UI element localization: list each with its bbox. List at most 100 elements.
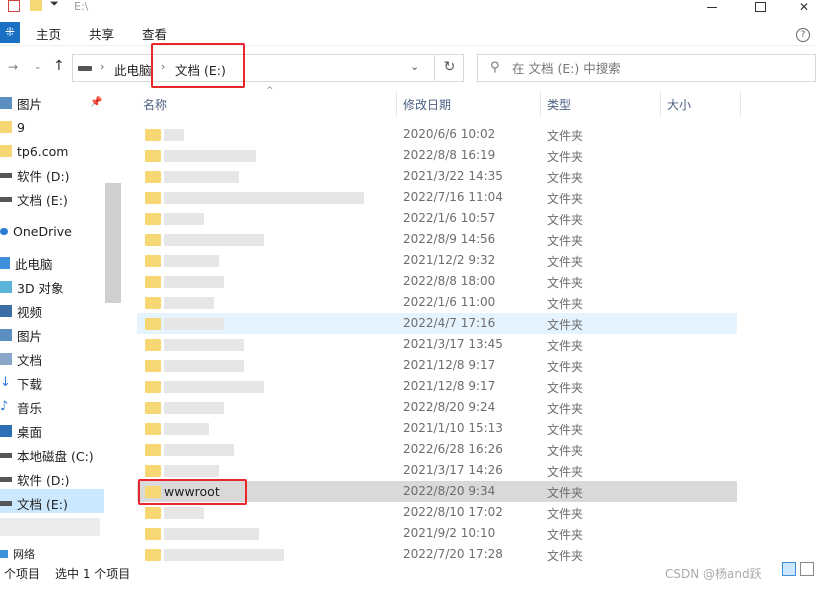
tab-view[interactable]: 查看 <box>142 24 167 43</box>
column-divider[interactable] <box>540 92 541 116</box>
file-modified-date: 2021/3/22 14:35 <box>403 169 503 183</box>
cloud-icon <box>0 227 8 235</box>
table-row[interactable]: 2021/3/17 13:45 文件夹 <box>137 334 737 355</box>
address-dropdown-icon[interactable]: ⌄ <box>410 60 419 73</box>
file-type: 文件夹 <box>547 486 584 500</box>
desktop-icon <box>0 425 12 437</box>
table-row[interactable]: 2022/8/8 18:00 文件夹 <box>137 271 737 292</box>
folder-icon <box>145 423 161 435</box>
table-row[interactable]: 2022/8/10 17:02 文件夹 <box>137 502 737 523</box>
redacted-name <box>164 213 204 225</box>
properties-icon[interactable] <box>8 0 20 12</box>
nav-item-drive-e[interactable]: 文档 (E:) <box>0 491 68 515</box>
nav-item-drive-e-quick[interactable]: 文档 (E:) <box>0 187 68 211</box>
nav-item-network[interactable]: 网络 <box>0 546 35 562</box>
file-tab[interactable]: ⁜ <box>0 22 20 43</box>
column-header-type[interactable]: 类型 <box>547 96 571 113</box>
documents-icon <box>0 353 12 365</box>
nav-item-downloads[interactable]: ↓ 下载 <box>0 371 42 395</box>
table-row[interactable]: 2022/8/8 16:19 文件夹 <box>137 145 737 166</box>
breadcrumb-this-pc[interactable]: 此电脑 <box>114 60 152 79</box>
column-divider[interactable] <box>660 92 661 116</box>
refresh-icon[interactable]: ↻ <box>434 54 464 82</box>
nav-item-desktop[interactable]: 桌面 <box>0 419 42 443</box>
pin-icon[interactable]: 📌 <box>90 97 102 108</box>
nav-item-blurred[interactable] <box>0 518 100 536</box>
nav-item-pictures[interactable]: 图片 <box>0 323 42 347</box>
details-view-icon[interactable] <box>782 562 796 576</box>
folder-icon[interactable] <box>30 0 42 11</box>
column-divider[interactable] <box>740 92 741 116</box>
recent-locations-icon[interactable]: ⌄ <box>34 62 42 72</box>
table-row[interactable]: 2022/1/6 10:57 文件夹 <box>137 208 737 229</box>
nav-item-videos[interactable]: 视频 <box>0 299 42 323</box>
nav-item-onedrive[interactable]: OneDrive <box>0 219 72 243</box>
computer-icon <box>0 257 10 269</box>
table-row[interactable]: 2021/3/17 14:26 文件夹 <box>137 460 737 481</box>
column-header-modified[interactable]: 修改日期 <box>403 96 451 113</box>
file-type: 文件夹 <box>547 528 584 542</box>
maximize-button[interactable] <box>740 0 780 14</box>
nav-item-drive-d[interactable]: 软件 (D:) <box>0 467 70 491</box>
nav-scrollbar[interactable] <box>104 91 122 561</box>
highlight-box <box>138 479 247 505</box>
folder-icon <box>145 465 161 477</box>
nav-item-label: 视频 <box>17 304 43 320</box>
file-type: 文件夹 <box>547 234 584 248</box>
table-row[interactable]: 2021/12/2 9:32 文件夹 <box>137 250 737 271</box>
table-row[interactable]: 2021/1/10 15:13 文件夹 <box>137 418 737 439</box>
redacted-name <box>164 297 214 309</box>
tab-share[interactable]: 共享 <box>89 24 114 43</box>
nav-item-this-pc[interactable]: 此电脑 <box>0 251 53 275</box>
close-button[interactable]: ✕ <box>784 0 816 14</box>
nav-item-pictures-quick[interactable]: 图片 <box>0 91 42 115</box>
nav-item-3d-objects[interactable]: 3D 对象 <box>0 275 64 299</box>
help-icon[interactable]: ? <box>796 28 810 42</box>
column-header-name[interactable]: 名称 <box>143 96 167 113</box>
column-header-size[interactable]: 大小 <box>667 96 691 113</box>
table-row[interactable]: 2022/4/7 17:16 文件夹 <box>137 313 737 334</box>
back-arrow-icon[interactable]: → <box>8 60 18 74</box>
minimize-button[interactable] <box>692 0 732 14</box>
file-modified-date: 2022/8/10 17:02 <box>403 505 503 519</box>
table-row[interactable]: 2021/12/8 9:17 文件夹 <box>137 376 737 397</box>
column-divider[interactable] <box>396 92 397 116</box>
table-row[interactable]: 2022/8/9 14:56 文件夹 <box>137 229 737 250</box>
folder-icon <box>145 507 161 519</box>
table-row[interactable]: 2022/7/16 11:04 文件夹 <box>137 187 737 208</box>
large-icons-view-icon[interactable] <box>800 562 814 576</box>
table-row[interactable]: 2022/6/28 16:26 文件夹 <box>137 439 737 460</box>
nav-item-drive-c[interactable]: 本地磁盘 (C:) <box>0 443 94 467</box>
nav-item-tp6[interactable]: tp6.com <box>0 139 68 163</box>
table-row[interactable]: 2021/12/8 9:17 文件夹 <box>137 355 737 376</box>
file-modified-date: 2022/8/9 14:56 <box>403 232 496 246</box>
redacted-name <box>164 234 264 246</box>
folder-icon <box>145 360 161 372</box>
tab-home[interactable]: 主页 <box>36 24 61 43</box>
nav-scrollbar-thumb[interactable] <box>105 183 121 303</box>
file-type: 文件夹 <box>547 150 584 164</box>
nav-item-music[interactable]: ♪ 音乐 <box>0 395 42 419</box>
nav-item-documents[interactable]: 文档 <box>0 347 42 371</box>
table-row[interactable]: 2022/8/20 9:24 文件夹 <box>137 397 737 418</box>
file-modified-date: 2022/8/8 16:19 <box>403 148 496 162</box>
search-input[interactable] <box>512 58 802 78</box>
up-arrow-icon[interactable]: ↑ <box>53 58 65 74</box>
table-row[interactable]: 2020/6/6 10:02 文件夹 <box>137 124 737 145</box>
window-title: E:\ <box>74 0 89 13</box>
redacted-name <box>164 276 224 288</box>
table-row[interactable]: 2022/1/6 11:00 文件夹 <box>137 292 737 313</box>
table-row[interactable]: 2022/7/20 17:28 文件夹 <box>137 544 737 565</box>
redacted-name <box>164 171 239 183</box>
nav-item-label: 文档 (E:) <box>17 192 68 208</box>
nav-item-folder-9[interactable]: 9 <box>0 115 25 139</box>
quick-access-dropdown-icon[interactable]: ⏷ <box>50 0 59 11</box>
file-tab-label: ⁜ <box>4 25 16 39</box>
table-row[interactable]: 2021/3/22 14:35 文件夹 <box>137 166 737 187</box>
file-modified-date: 2022/1/6 10:57 <box>403 211 496 225</box>
table-row[interactable]: 2021/9/2 10:10 文件夹 <box>137 523 737 544</box>
file-modified-date: 2022/1/6 11:00 <box>403 295 496 309</box>
vertical-scrollbar[interactable] <box>800 92 816 562</box>
folder-icon <box>145 444 161 456</box>
nav-item-drive-d-quick[interactable]: 软件 (D:) <box>0 163 70 187</box>
